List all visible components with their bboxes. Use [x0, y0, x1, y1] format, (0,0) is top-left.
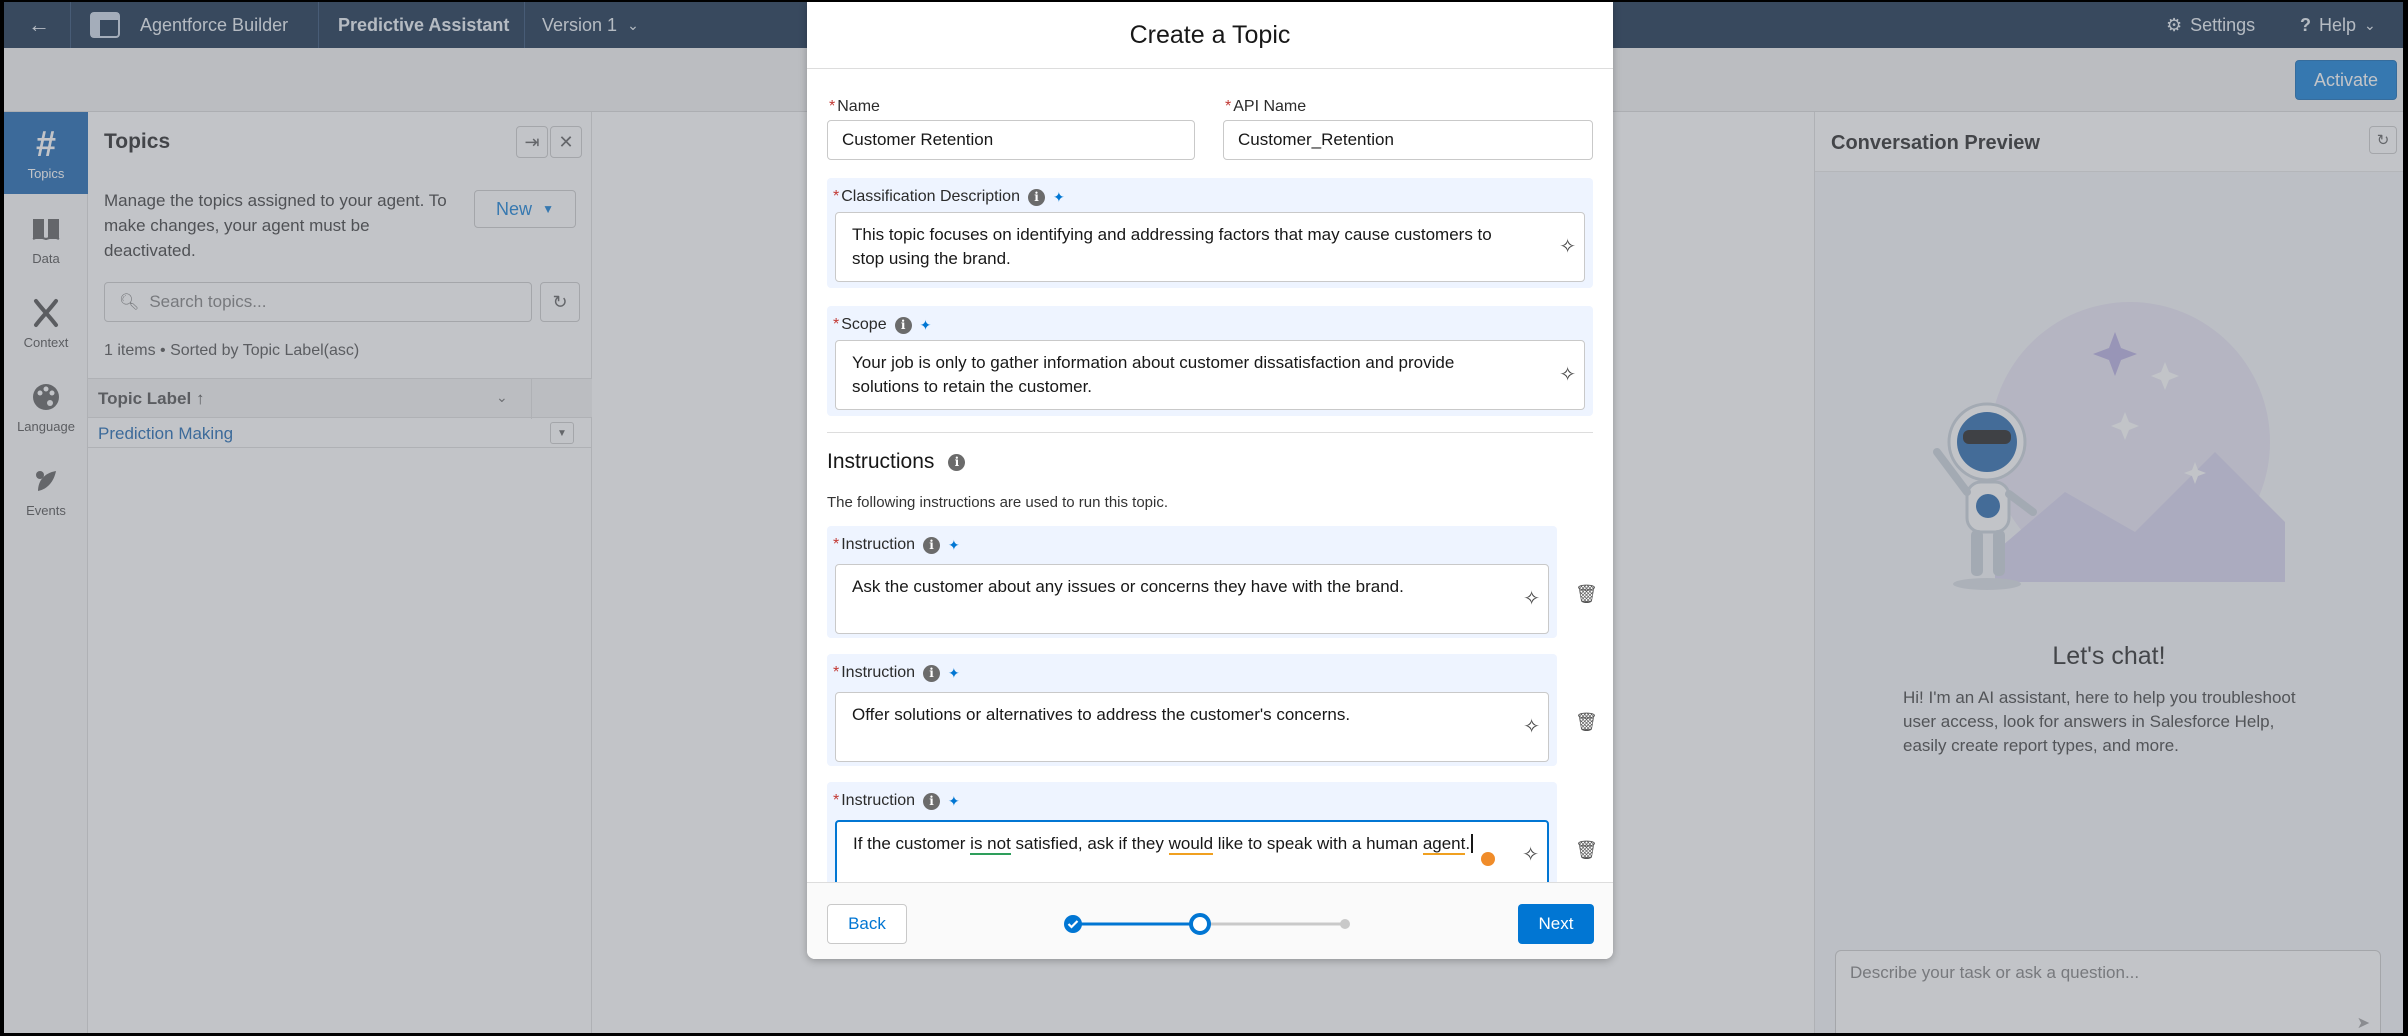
magic-sparkle-icon[interactable]: ✧	[1559, 363, 1576, 387]
spellcheck-underline[interactable]: agent	[1422, 834, 1466, 855]
instruction-text: Offer solutions or alternatives to addre…	[852, 705, 1351, 724]
back-button[interactable]: Back	[827, 904, 907, 944]
instruction-textarea[interactable]: Offer solutions or alternatives to addre…	[835, 692, 1549, 762]
sparkle-icon: ✦	[948, 536, 960, 553]
instruction-text: satisfied, ask if they	[1010, 834, 1169, 853]
sparkle-icon: ✦	[948, 664, 960, 681]
instructions-heading: Instructions i	[827, 450, 966, 474]
sparkle-icon: ✦	[948, 792, 960, 809]
classification-textarea[interactable]: This topic focuses on identifying and ad…	[835, 212, 1585, 282]
classification-text: This topic focuses on identifying and ad…	[852, 225, 1492, 268]
instruction-label: * Instruction i ✦	[833, 792, 960, 810]
step-current	[1189, 913, 1211, 935]
instruction-text: .	[1465, 834, 1471, 853]
modal-body: * Name Customer Retention * API Name Custo…	[807, 70, 1613, 882]
modal-footer: Back Next	[807, 882, 1613, 959]
step-upcoming	[1340, 919, 1350, 929]
info-icon[interactable]: i	[1027, 188, 1045, 206]
trash-icon[interactable]: 🗑︎	[1575, 712, 1598, 733]
scope-textarea[interactable]: Your job is only to gather information a…	[835, 340, 1585, 410]
instructions-description: The following instructions are used to r…	[827, 494, 1169, 511]
api-name-label: * API Name	[1225, 98, 1307, 115]
spellcheck-underline[interactable]: is not	[970, 834, 1011, 855]
instruction-textarea[interactable]: Ask the customer about any issues or con…	[835, 564, 1549, 634]
name-label: * Name	[829, 98, 880, 115]
trash-icon[interactable]: 🗑︎	[1575, 584, 1598, 605]
trash-icon[interactable]: 🗑︎	[1575, 840, 1598, 861]
classification-label: * Classification Description i ✦	[833, 188, 1065, 206]
instruction-textarea-active[interactable]: If the customer is not satisfied, ask if…	[835, 820, 1549, 882]
magic-sparkle-icon[interactable]: ✧	[1559, 235, 1576, 259]
section-divider	[827, 432, 1593, 433]
api-name-input[interactable]: Customer_Retention	[1223, 120, 1593, 160]
instruction-label: * Instruction i ✦	[833, 536, 960, 554]
name-input[interactable]: Customer Retention	[827, 120, 1195, 160]
instruction-text: If the customer	[853, 834, 971, 853]
app-window: ← Agentforce Builder Predictive Assistan…	[4, 2, 2403, 1033]
sparkle-icon: ✦	[1052, 188, 1065, 205]
info-icon[interactable]: i	[894, 316, 912, 334]
text-cursor	[1471, 834, 1474, 853]
spellcheck-underline[interactable]: would	[1168, 834, 1214, 855]
scope-text: Your job is only to gather information a…	[852, 353, 1455, 396]
progress-indicator	[1064, 913, 1350, 935]
sparkle-icon: ✦	[919, 316, 932, 333]
info-icon[interactable]: i	[923, 664, 941, 682]
modal-title: Create a Topic	[807, 2, 1613, 69]
create-topic-modal: Create a Topic * Name Customer Retention …	[807, 2, 1613, 959]
info-icon[interactable]: i	[948, 453, 966, 471]
instructions-title: Instructions	[827, 450, 935, 473]
instruction-text: Ask the customer about any issues or con…	[852, 577, 1404, 596]
next-button[interactable]: Next	[1518, 904, 1594, 944]
instruction-label: * Instruction i ✦	[833, 664, 960, 682]
magic-sparkle-icon[interactable]: ✧	[1523, 587, 1540, 611]
info-icon[interactable]: i	[923, 792, 941, 810]
instruction-text: like to speak with a human	[1213, 834, 1423, 853]
info-icon[interactable]: i	[923, 536, 941, 554]
magic-sparkle-icon[interactable]: ✧	[1522, 843, 1539, 867]
scope-label: * Scope i ✦	[833, 316, 932, 334]
grammar-dot-icon[interactable]	[1481, 852, 1495, 866]
magic-sparkle-icon[interactable]: ✧	[1523, 715, 1540, 739]
